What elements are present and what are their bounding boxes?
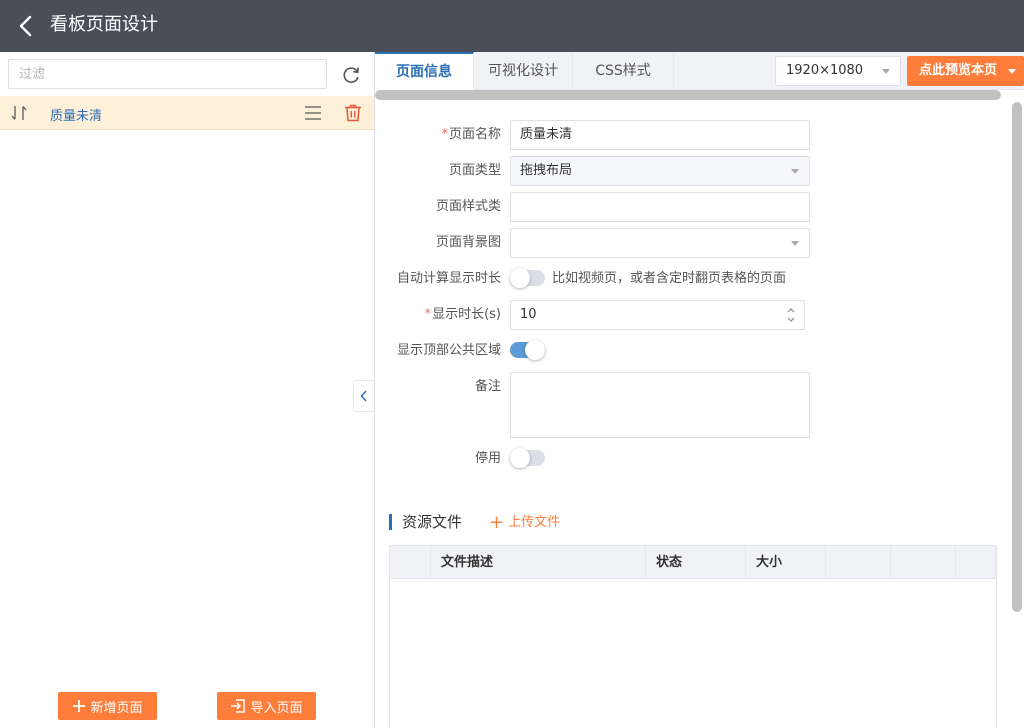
resolution-select[interactable]: 1920×1080 — [775, 56, 901, 86]
background-label: 页面背景图 — [435, 235, 501, 250]
tab-page-info[interactable]: 页面信息 — [375, 52, 474, 90]
duration-input[interactable]: 10 — [510, 300, 805, 330]
form-row-style-class: 页面样式类 — [375, 192, 1015, 222]
chevron-down-icon — [882, 69, 890, 74]
column-header — [956, 546, 996, 579]
required-mark: * — [441, 127, 448, 142]
disabled-label: 停用 — [474, 451, 501, 466]
required-mark: * — [424, 307, 432, 322]
form-row-duration: *显示时长(s) 10 — [375, 300, 1015, 330]
page-type-select[interactable]: 拖拽布局 — [510, 156, 810, 186]
column-header-description[interactable]: 文件描述 — [431, 546, 646, 579]
resources-table: 文件描述 状态 大小 — [389, 545, 997, 728]
upload-file-label: 上传文件 — [508, 515, 561, 530]
column-header — [826, 546, 891, 579]
back-arrow-icon[interactable] — [16, 13, 36, 39]
show-header-switch[interactable] — [510, 340, 545, 360]
add-page-button[interactable]: 新增页面 — [58, 692, 157, 720]
import-icon — [231, 699, 246, 713]
remark-textarea[interactable] — [510, 372, 810, 438]
page-name-input[interactable]: 质量未清 — [510, 120, 810, 150]
form-row-page-type: 页面类型 拖拽布局 — [375, 156, 1015, 186]
chevron-down-icon — [791, 241, 799, 246]
tab-visual-design[interactable]: 可视化设计 — [474, 52, 573, 90]
disabled-switch[interactable] — [510, 448, 545, 468]
import-page-button[interactable]: 导入页面 — [217, 692, 316, 720]
switch-knob — [525, 340, 545, 360]
preview-label: 点此预览本页 — [919, 63, 998, 78]
section-accent-bar — [389, 514, 392, 530]
horizontal-scrollbar[interactable] — [375, 90, 1001, 100]
tab-bar: 页面信息 可视化设计 CSS样式 1920×1080 点此预览本页 — [375, 52, 1024, 90]
table-header: 文件描述 状态 大小 — [390, 546, 996, 579]
add-page-label: 新增页面 — [90, 700, 143, 716]
auto-duration-hint: 比如视频页，或者含定时翻页表格的页面 — [552, 271, 787, 286]
plus-icon — [73, 700, 86, 712]
chevron-down-icon[interactable] — [1008, 69, 1016, 74]
duration-label: *显示时长(s) — [424, 307, 501, 322]
column-header-status[interactable]: 状态 — [646, 546, 746, 579]
form-row-auto-duration: 自动计算显示时长 比如视频页，或者含定时翻页表格的页面 — [375, 264, 1015, 294]
form-row-remark: 备注 — [375, 372, 1015, 438]
upload-file-button[interactable]: + 上传文件 — [489, 513, 560, 533]
remark-label: 备注 — [474, 379, 501, 394]
page-name-label: *页面名称 — [441, 127, 501, 142]
page-type-label: 页面类型 — [448, 163, 501, 178]
page-title: 看板页面设计 — [50, 14, 158, 35]
page-list-item[interactable]: 质量未清 — [0, 96, 374, 130]
resources-title: 资源文件 — [402, 513, 463, 531]
column-header — [891, 546, 956, 579]
form-row-show-header: 显示顶部公共区域 — [375, 336, 1015, 366]
resolution-value: 1920×1080 — [786, 63, 864, 78]
column-header — [390, 546, 431, 579]
tab-css-style[interactable]: CSS样式 — [573, 52, 674, 90]
stepper-icon[interactable] — [786, 305, 796, 325]
page-item-name[interactable]: 质量未清 — [50, 105, 102, 124]
chevron-down-icon — [791, 169, 799, 174]
collapse-panel-button[interactable] — [353, 380, 374, 412]
app-header: 看板页面设计 — [0, 0, 1024, 52]
filter-input[interactable] — [8, 59, 327, 89]
style-class-label: 页面样式类 — [435, 199, 501, 214]
menu-icon[interactable] — [304, 105, 322, 121]
import-page-label: 导入页面 — [250, 700, 303, 716]
auto-duration-switch[interactable] — [510, 268, 545, 288]
switch-knob — [510, 268, 530, 288]
style-class-input[interactable] — [510, 192, 810, 222]
page-editor-panel: 页面信息 可视化设计 CSS样式 1920×1080 点此预览本页 *页面名称 … — [375, 52, 1024, 728]
show-header-label: 显示顶部公共区域 — [396, 343, 501, 358]
preview-button[interactable]: 点此预览本页 — [907, 56, 1024, 86]
sort-icon[interactable] — [9, 104, 29, 122]
form-row-page-name: *页面名称 质量未清 — [375, 120, 1015, 150]
duration-value: 10 — [520, 307, 537, 322]
background-select[interactable] — [510, 228, 810, 258]
auto-duration-label: 自动计算显示时长 — [396, 271, 501, 286]
plus-icon: + — [489, 512, 505, 533]
refresh-icon[interactable] — [340, 64, 362, 86]
delete-icon[interactable] — [344, 104, 362, 122]
page-type-value: 拖拽布局 — [520, 163, 573, 178]
chevron-left-icon — [360, 390, 367, 402]
column-header-size[interactable]: 大小 — [746, 546, 826, 579]
form-row-background: 页面背景图 — [375, 228, 1015, 258]
form-row-disabled: 停用 — [375, 444, 1015, 474]
page-list-panel: 质量未清 新增页面 导入页面 — [0, 52, 374, 728]
switch-knob — [510, 448, 530, 468]
